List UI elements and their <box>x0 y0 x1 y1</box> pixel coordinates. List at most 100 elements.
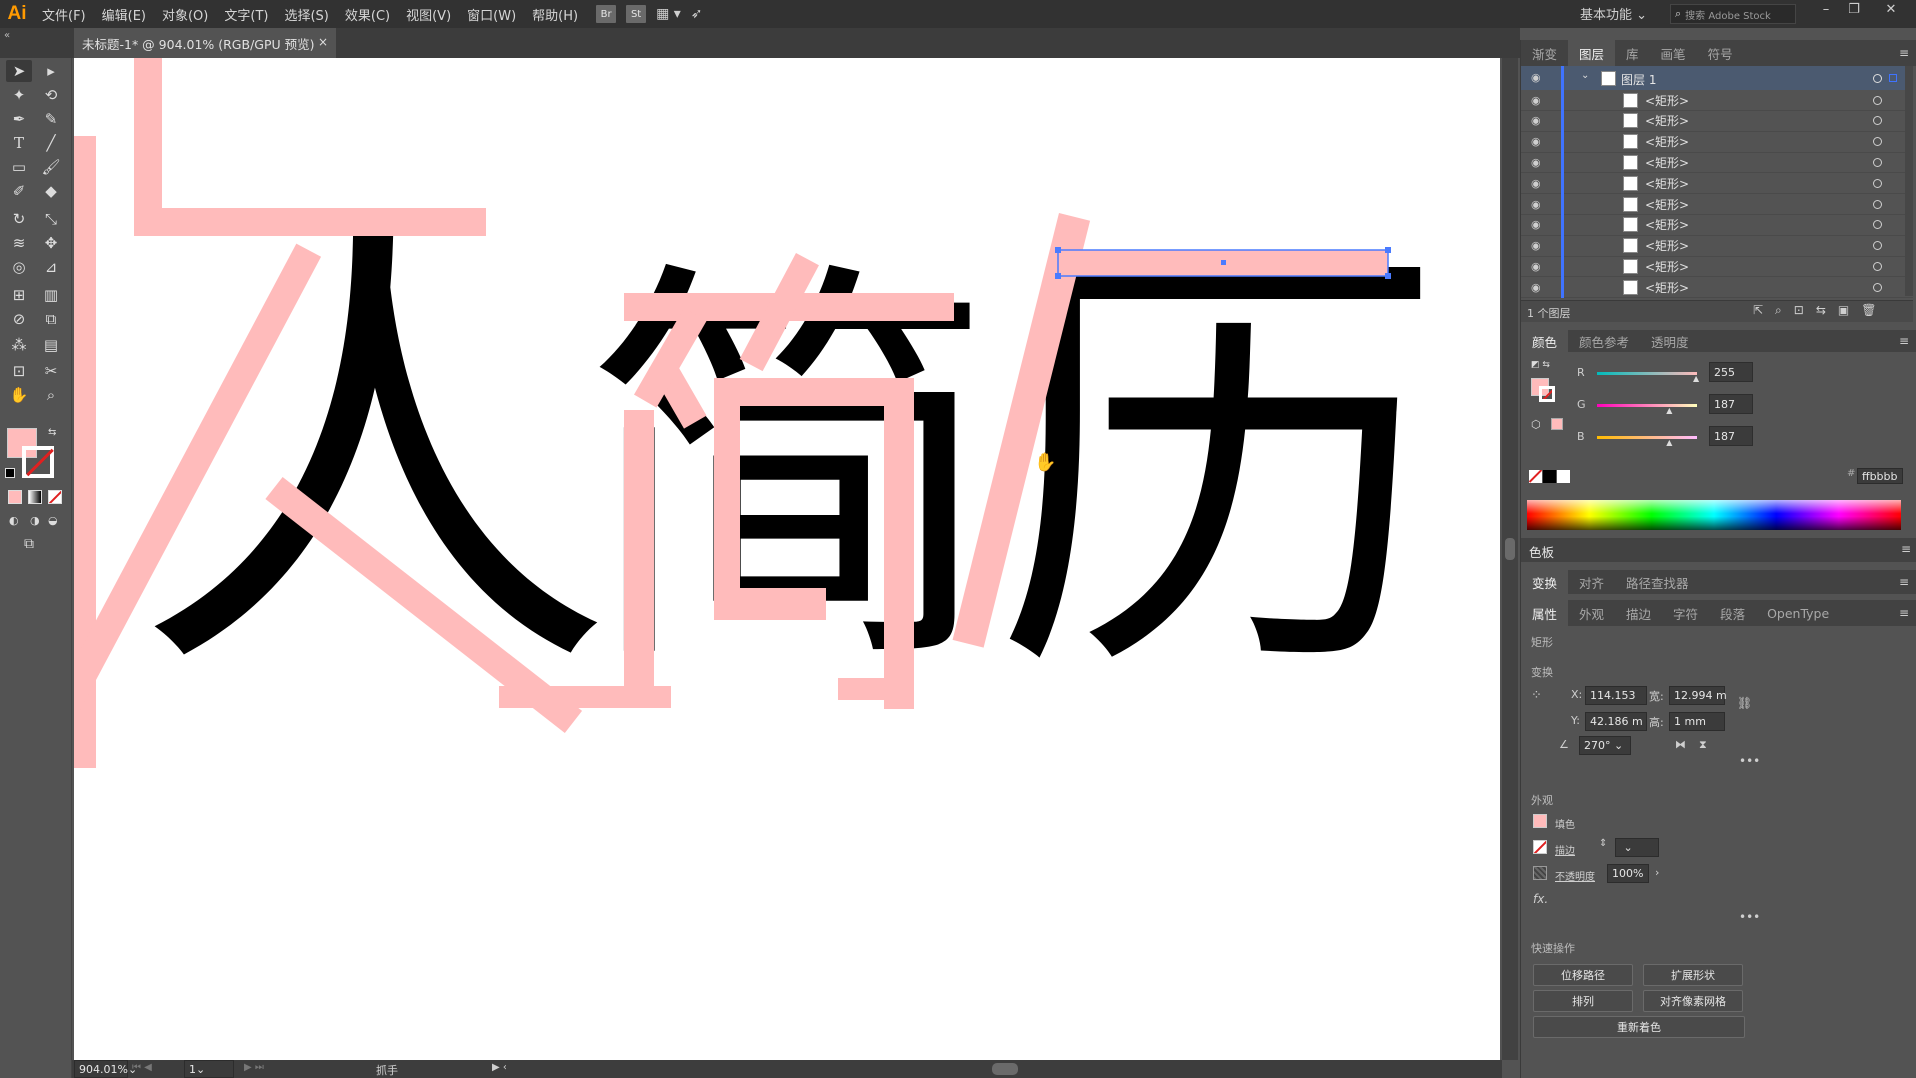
layer-target-icon[interactable] <box>1873 74 1882 83</box>
angle-field[interactable]: 270° ⌄ <box>1579 736 1631 755</box>
g-slider[interactable]: ▲ <box>1597 404 1697 415</box>
g-slider-thumb[interactable]: ▲ <box>1666 406 1672 415</box>
eyedropper-tool-icon[interactable]: ⊘ <box>6 308 32 330</box>
next-artboard-icon[interactable]: ▶ ⏭ <box>244 1062 264 1073</box>
panel-menu-icon[interactable]: ≡ <box>1899 46 1909 60</box>
swap-fill-stroke-icon[interactable]: ⇆ <box>48 427 56 438</box>
prop-tabs-tab-0[interactable]: 属性 <box>1521 600 1569 626</box>
rect-jian-foot[interactable] <box>838 678 888 700</box>
layer-target-icon[interactable] <box>1873 241 1882 251</box>
eye-icon[interactable]: ◉ <box>1531 218 1541 231</box>
layer-row[interactable]: ◉ <矩形> <box>1521 110 1913 132</box>
eraser-tool-icon[interactable]: ◆ <box>38 180 64 202</box>
menu-item-8[interactable]: 帮助(H) <box>524 5 586 24</box>
flip-horizontal-icon[interactable]: ⧓ <box>1675 738 1686 751</box>
layers-tabs-tab-3[interactable]: 画笔 <box>1650 40 1697 66</box>
web-safe-swatch[interactable] <box>1551 418 1563 430</box>
top-layer-name[interactable]: 图层 1 <box>1621 71 1656 88</box>
layers-tabs-tab-1[interactable]: 图层 <box>1568 40 1616 66</box>
stroke-weight-field[interactable]: ⌄ <box>1615 838 1659 857</box>
close-icon[interactable]: ✕ <box>1880 2 1902 24</box>
panel-menu-icon[interactable]: ≡ <box>1899 334 1909 348</box>
gradient-mode-icon[interactable] <box>28 490 42 504</box>
swatches-panel-header[interactable]: 色板 ≡ <box>1521 538 1916 562</box>
gamut-warning-icon[interactable]: ⬡ <box>1531 418 1541 431</box>
rectangle-tool-icon[interactable]: ▭ <box>6 156 32 178</box>
layer-name[interactable]: <矩形> <box>1645 112 1689 129</box>
layer-row[interactable]: ◉ <矩形> <box>1521 90 1913 111</box>
fx-button[interactable]: fx. <box>1533 892 1548 906</box>
color-stroke-swatch[interactable] <box>1539 386 1555 402</box>
layers-tabs-tab-2[interactable]: 库 <box>1615 40 1650 66</box>
artboard-number-field[interactable]: 1 ⌄ <box>184 1060 234 1078</box>
artboard[interactable]: 人 简 历 ✋ <box>74 58 1500 1060</box>
menu-item-0[interactable]: 文件(F) <box>34 5 94 24</box>
stroke-swatch[interactable] <box>22 446 54 478</box>
layer-row[interactable]: ◉ <矩形> <box>1521 256 1913 278</box>
curvature-tool-icon[interactable]: ✎ <box>38 108 64 130</box>
quick-action-button[interactable]: 排列 <box>1533 990 1633 1012</box>
pen-tool-icon[interactable]: ✒ <box>6 108 32 130</box>
hand-tool-icon[interactable]: ✋ <box>6 384 32 406</box>
eye-icon[interactable]: ◉ <box>1531 260 1541 273</box>
prop-tabs-tab-1[interactable]: 外观 <box>1568 600 1615 626</box>
rotate-tool-icon[interactable]: ↻ <box>6 208 32 230</box>
chevron-down-icon[interactable]: ⌄ <box>1581 70 1589 81</box>
prop-tabs-tab-2[interactable]: 描边 <box>1615 600 1662 626</box>
eye-icon[interactable]: ◉ <box>1531 156 1541 169</box>
rect-jian-inner-bottom[interactable] <box>714 588 826 620</box>
layer-target-icon[interactable] <box>1873 116 1882 126</box>
prop-tabs-tab-4[interactable]: 段落 <box>1709 600 1756 626</box>
draw-inside-icon[interactable]: ◒ <box>48 514 58 527</box>
magic-wand-tool-icon[interactable]: ✦ <box>6 84 32 106</box>
zoom-tool-icon[interactable]: ⌕ <box>38 384 64 406</box>
symbol-sprayer-tool-icon[interactable]: ⁂ <box>6 334 32 356</box>
layer-row[interactable]: ◉ <矩形> <box>1521 214 1913 236</box>
line-tool-icon[interactable]: ╱ <box>38 132 64 154</box>
quick-action-button[interactable]: 扩展形状 <box>1643 964 1743 986</box>
warp-tool-icon[interactable]: ≋ <box>6 232 32 254</box>
layer-target-icon[interactable] <box>1873 137 1882 147</box>
layers-tabs-tab-4[interactable]: 符号 <box>1697 40 1744 66</box>
shaper-tool-icon[interactable]: ✐ <box>6 180 32 202</box>
hex-value-field[interactable]: ffbbbb <box>1857 468 1903 484</box>
restore-icon[interactable]: ❐ <box>1843 2 1865 24</box>
layer-name[interactable]: <矩形> <box>1645 258 1689 275</box>
layer-name[interactable]: <矩形> <box>1645 92 1689 109</box>
opacity-expand-icon[interactable]: › <box>1655 866 1659 879</box>
quick-action-button[interactable]: 对齐像素网格 <box>1643 990 1743 1012</box>
y-field[interactable]: 42.186 m <box>1585 712 1647 731</box>
width-field[interactable]: 12.994 m <box>1669 686 1727 705</box>
constrain-proportions-icon[interactable]: ⛓ <box>1737 696 1752 710</box>
stock-button[interactable]: St <box>626 5 647 23</box>
column-graph-tool-icon[interactable]: ▤ <box>38 334 64 356</box>
perspective-grid-tool-icon[interactable]: ⊿ <box>38 256 64 278</box>
quick-action-button[interactable]: 位移路径 <box>1533 964 1633 986</box>
eye-icon[interactable]: ◉ <box>1531 71 1541 84</box>
color-tabs-tab-2[interactable]: 透明度 <box>1640 328 1700 354</box>
shape-builder-tool-icon[interactable]: ◎ <box>6 256 32 278</box>
scale-tool-icon[interactable]: ⤡ <box>38 208 64 230</box>
direct-selection-tool-icon[interactable]: ▸ <box>38 60 64 82</box>
default-colors-mini-icon[interactable]: ◩ ⇆ <box>1531 360 1550 370</box>
menu-item-7[interactable]: 窗口(W) <box>459 5 524 24</box>
paintbrush-tool-icon[interactable]: 🖌 <box>38 156 64 178</box>
rect-jian-right[interactable] <box>884 378 914 709</box>
layer-row[interactable]: ◉ <矩形> <box>1521 152 1913 174</box>
menu-item-1[interactable]: 编辑(E) <box>94 5 154 24</box>
none-black-white-swatches[interactable] <box>1529 470 1571 484</box>
puppet-warp-tool-icon[interactable]: ✥ <box>38 232 64 254</box>
collapse-toolbar-icon[interactable]: « <box>4 30 10 41</box>
mesh-tool-icon[interactable]: ⊞ <box>6 284 32 306</box>
rect-jian-inner-left[interactable] <box>714 378 740 620</box>
menu-item-5[interactable]: 效果(C) <box>337 5 398 24</box>
eye-icon[interactable]: ◉ <box>1531 177 1541 190</box>
layer-target-icon[interactable] <box>1873 95 1882 105</box>
appearance-fill-swatch[interactable] <box>1533 814 1547 828</box>
r-value-field[interactable]: 255 <box>1709 362 1753 382</box>
vertical-scrollbar[interactable] <box>1502 58 1518 1060</box>
document-close-icon[interactable]: × <box>318 35 328 49</box>
eye-icon[interactable]: ◉ <box>1531 198 1541 211</box>
layer-name[interactable]: <矩形> <box>1645 237 1689 254</box>
layer-selected-indicator[interactable] <box>1889 74 1897 82</box>
